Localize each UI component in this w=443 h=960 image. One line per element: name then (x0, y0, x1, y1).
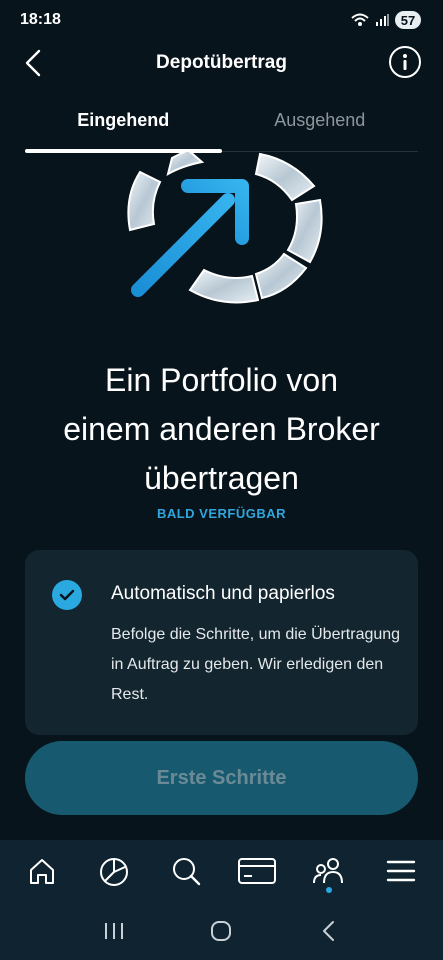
home-icon (29, 859, 54, 884)
tab-eingehend[interactable]: Eingehend (25, 100, 222, 153)
transfer-arrow-icon (127, 148, 323, 304)
tab-ausgehend[interactable]: Ausgehend (222, 100, 419, 151)
tab-label: Eingehend (77, 110, 170, 130)
nav-menu[interactable] (376, 846, 426, 896)
tab-bar: Eingehend Ausgehend (25, 100, 419, 153)
feature-card: Automatisch und papierlos Befolge die Sc… (25, 550, 418, 735)
active-indicator (326, 887, 333, 893)
pie-chart-icon (99, 858, 128, 886)
system-navigation (0, 902, 443, 960)
status-bar: 18:18 57 (0, 0, 443, 40)
home-circle-icon (211, 921, 232, 941)
chevron-left-icon (25, 49, 41, 77)
card-icon (238, 858, 277, 884)
nav-portfolio[interactable] (89, 846, 139, 896)
header: Depotübertrag (0, 40, 443, 86)
search-icon (172, 858, 200, 886)
bottom-navigation (0, 840, 443, 902)
recent-apps-icon (104, 923, 123, 939)
battery-indicator: 57 (395, 11, 421, 29)
headline-line-3: übertragen (144, 460, 299, 496)
headline-line-1: Ein Portfolio von (104, 362, 338, 398)
headline: Ein Portfolio von einem anderen Broker ü… (20, 356, 423, 503)
nav-search[interactable] (161, 846, 211, 896)
back-button[interactable] (18, 46, 48, 80)
nav-home[interactable] (17, 846, 67, 896)
info-button[interactable] (389, 46, 421, 78)
nav-card[interactable] (232, 846, 282, 896)
feature-description: Befolge die Schritte, um die Übertragung… (111, 626, 401, 703)
transfer-illustration (110, 148, 340, 312)
home-button[interactable] (201, 911, 241, 951)
system-back-button[interactable] (309, 911, 349, 951)
tab-label: Ausgehend (274, 110, 366, 130)
info-icon (403, 54, 407, 70)
recent-apps-button[interactable] (94, 911, 134, 951)
back-arrow-icon (323, 921, 335, 941)
menu-icon (386, 860, 416, 882)
page-title: Depotübertrag (156, 52, 287, 73)
status-time: 18:18 (20, 11, 61, 28)
feature-title: Automatisch und papierlos (111, 583, 335, 604)
signal-icon (376, 14, 389, 26)
headline-line-2: einem anderen Broker (63, 411, 380, 447)
check-circle-icon (52, 580, 82, 610)
get-started-button[interactable]: Erste Schritte (25, 741, 418, 815)
nav-community[interactable] (304, 846, 354, 896)
people-icon (313, 858, 344, 884)
coming-soon-badge: BALD VERFÜGBAR (156, 506, 287, 521)
wifi-icon (351, 13, 369, 26)
status-icons: 57 (351, 11, 421, 29)
get-started-label: Erste Schritte (156, 766, 287, 789)
